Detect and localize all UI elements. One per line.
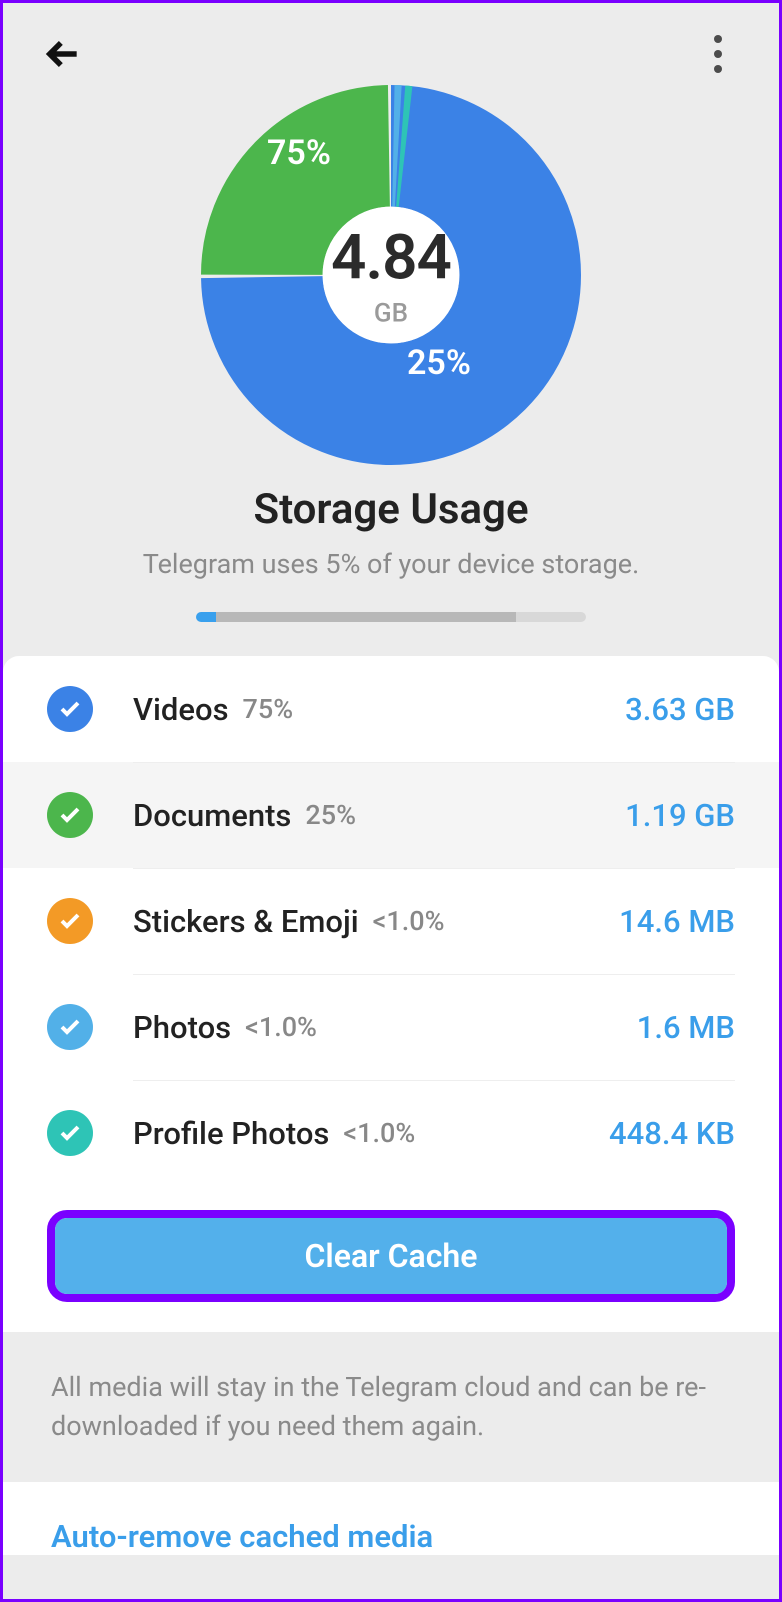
check-icon <box>58 803 82 827</box>
category-percent: <1.0% <box>343 1117 415 1149</box>
auto-remove-section: Auto-remove cached media <box>3 1482 779 1555</box>
category-label: Photos <box>133 1009 231 1046</box>
category-label: Profile Photos <box>133 1115 329 1152</box>
check-icon <box>58 697 82 721</box>
check-icon <box>58 1121 82 1145</box>
category-percent: <1.0% <box>373 905 445 937</box>
check-icon <box>58 909 82 933</box>
donut-label-minor: 25% <box>407 343 471 383</box>
clear-cache-highlight: Clear Cache <box>47 1210 735 1302</box>
category-size: 448.4 KB <box>609 1115 735 1152</box>
storage-donut-chart: 4.84 GB 75% 25% <box>201 85 581 465</box>
category-size: 3.63 GB <box>625 691 735 728</box>
category-size: 1.6 MB <box>637 1009 735 1046</box>
category-checkbox[interactable] <box>47 898 93 944</box>
category-label: Stickers & Emoji <box>133 903 359 940</box>
category-checkbox[interactable] <box>47 1004 93 1050</box>
category-checkbox[interactable] <box>47 686 93 732</box>
category-label: Documents <box>133 797 291 834</box>
device-storage-bar <box>196 612 586 622</box>
category-percent: 75% <box>243 693 294 725</box>
page-subtitle: Telegram uses 5% of your device storage. <box>43 548 739 580</box>
category-checkbox[interactable] <box>47 1110 93 1156</box>
clear-cache-button[interactable]: Clear Cache <box>55 1218 727 1294</box>
total-size-value: 4.84 <box>331 222 451 295</box>
category-label: Videos <box>133 691 229 728</box>
category-size: 14.6 MB <box>619 903 735 940</box>
auto-remove-title[interactable]: Auto-remove cached media <box>51 1518 731 1555</box>
dot-icon <box>714 50 722 58</box>
donut-label-major: 75% <box>267 133 331 173</box>
category-percent: 25% <box>305 799 356 831</box>
category-row[interactable]: Stickers & Emoji <1.0% 14.6 MB <box>3 868 779 974</box>
category-size: 1.19 GB <box>625 797 735 834</box>
total-size-unit: GB <box>331 299 451 329</box>
footer-note: All media will stay in the Telegram clou… <box>3 1332 779 1482</box>
categories-card: Videos 75% 3.63 GB Documents 25% 1.19 GB Stick… <box>3 656 779 1332</box>
more-menu-button[interactable] <box>697 33 739 75</box>
category-row[interactable]: Documents 25% 1.19 GB <box>3 762 779 868</box>
category-row[interactable]: Photos <1.0% 1.6 MB <box>3 974 779 1080</box>
arrow-left-icon <box>45 35 83 73</box>
category-checkbox[interactable] <box>47 792 93 838</box>
category-percent: <1.0% <box>245 1011 317 1043</box>
page-title: Storage Usage <box>43 485 739 534</box>
category-row[interactable]: Videos 75% 3.63 GB <box>3 656 779 762</box>
dot-icon <box>714 65 722 73</box>
category-row[interactable]: Profile Photos <1.0% 448.4 KB <box>3 1080 779 1186</box>
check-icon <box>58 1015 82 1039</box>
dot-icon <box>714 35 722 43</box>
back-button[interactable] <box>43 33 85 75</box>
